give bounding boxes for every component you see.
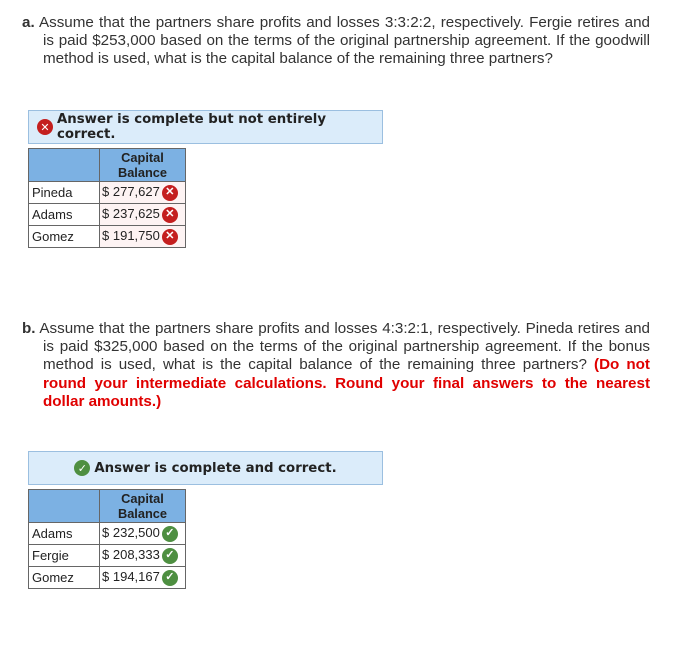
check-circle-icon: ✓ bbox=[161, 569, 178, 586]
partner-name: Gomez bbox=[28, 566, 100, 589]
question-a: a. Assume that the partners share profit… bbox=[22, 14, 650, 69]
table-row: Fergie $ 208,333 ✓ bbox=[28, 544, 186, 567]
table-row: Gomez $ 191,750 ✕ bbox=[28, 225, 186, 248]
check-circle-icon: ✓ bbox=[161, 547, 178, 564]
header-blank bbox=[28, 489, 100, 523]
capital-balance-field[interactable]: $ 277,627 ✕ bbox=[99, 181, 186, 204]
answer-table-a: Capital Balance Pineda $ 277,627 ✕ Adams … bbox=[28, 148, 186, 248]
question-b-label: b. bbox=[22, 320, 36, 337]
partner-name: Fergie bbox=[28, 544, 100, 567]
answer-status-banner-a: ✕ Answer is complete but not entirely co… bbox=[28, 110, 383, 144]
header-blank bbox=[28, 148, 100, 182]
check-circle-icon: ✓ bbox=[161, 525, 178, 542]
capital-balance-field[interactable]: $ 194,167 ✓ bbox=[99, 566, 186, 589]
question-b-text: Assume that the partners share profits a… bbox=[39, 320, 650, 374]
answer-status-banner-b: ✓ Answer is complete and correct. bbox=[28, 451, 383, 485]
banner-b-text: Answer is complete and correct. bbox=[94, 460, 337, 476]
table-row: Adams $ 237,625 ✕ bbox=[28, 203, 186, 226]
question-a-text: Assume that the partners share profits a… bbox=[38, 14, 650, 68]
x-circle-icon: ✕ bbox=[161, 206, 178, 223]
capital-balance-field[interactable]: $ 191,750 ✕ bbox=[99, 225, 186, 248]
partner-name: Adams bbox=[28, 203, 100, 226]
partner-name: Gomez bbox=[28, 225, 100, 248]
capital-balance-field[interactable]: $ 232,500 ✓ bbox=[99, 522, 186, 545]
header-capital-balance: Capital Balance bbox=[99, 489, 186, 523]
table-row: Gomez $ 194,167 ✓ bbox=[28, 566, 186, 589]
banner-a-text: Answer is complete but not entirely corr… bbox=[57, 112, 326, 142]
partner-name: Pineda bbox=[28, 181, 100, 204]
capital-balance-field[interactable]: $ 208,333 ✓ bbox=[99, 544, 186, 567]
table-row: Adams $ 232,500 ✓ bbox=[28, 522, 186, 545]
capital-balance-field[interactable]: $ 237,625 ✕ bbox=[99, 203, 186, 226]
question-a-label: a. bbox=[22, 14, 35, 31]
table-row: Pineda $ 277,627 ✕ bbox=[28, 181, 186, 204]
check-circle-icon: ✓ bbox=[74, 460, 91, 476]
question-b: b. Assume that the partners share profit… bbox=[22, 320, 650, 411]
partner-name: Adams bbox=[28, 522, 100, 545]
x-circle-icon: ✕ bbox=[161, 184, 178, 201]
header-capital-balance: Capital Balance bbox=[99, 148, 186, 182]
answer-table-b: Capital Balance Adams $ 232,500 ✓ Fergie … bbox=[28, 489, 186, 589]
x-circle-icon: ✕ bbox=[37, 119, 53, 135]
x-circle-icon: ✕ bbox=[161, 228, 178, 245]
